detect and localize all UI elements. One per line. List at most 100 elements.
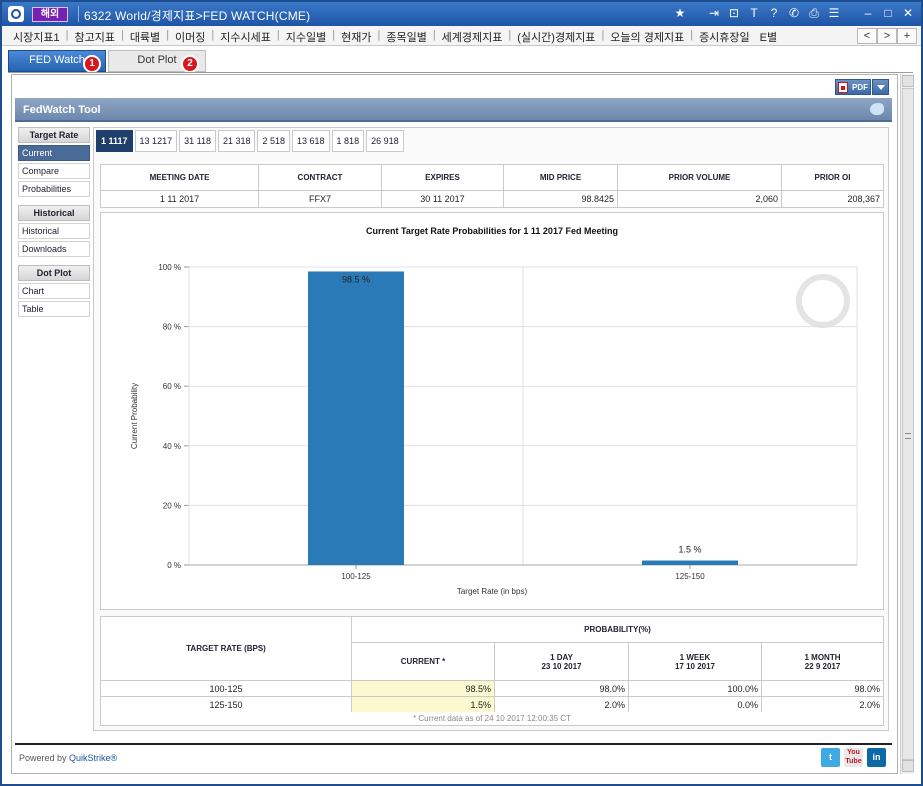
y-axis-label: Current Probability	[130, 383, 139, 449]
probability-cell: 1.5%	[351, 696, 495, 713]
print-icon[interactable]: ⎙	[807, 6, 821, 20]
menu-item[interactable]: 세계경제지표	[437, 29, 508, 45]
probability-cell: 2.0%	[494, 696, 629, 713]
chart-container: Current Target Rate Probabilities for 1 …	[100, 212, 884, 610]
table-cell: 2,060	[617, 190, 782, 208]
bar-value-label: 1.5 %	[678, 545, 701, 555]
column-header: 1 DAY 23 10 2017	[494, 642, 629, 681]
menu-bar: 시장지표1 | 참고지표 | 대륙별 | 이머징 | 지수시세표 | 지수일별 | 현재가 |…	[2, 26, 921, 46]
help-icon[interactable]: ?	[767, 6, 781, 20]
menu-item[interactable]: 대륙별	[125, 29, 165, 45]
table-cell: 98.8425	[503, 190, 618, 208]
list-icon[interactable]: ☰	[827, 6, 841, 20]
probability-cell: 98.0%	[494, 680, 629, 697]
probability-table: TARGET RATE (BPS) PROBABILITY(%) CURRENT…	[100, 615, 884, 713]
main-panel: 1 1117 13 1217 31 118 21 318 2 518 13 61…	[93, 127, 889, 731]
nav-heading: Historical	[18, 205, 90, 221]
linkedin-icon[interactable]: in	[867, 748, 886, 767]
app-window: 해외 6322 World/경제지표>FED WATCH(CME) ★ ⇥ ⊡ …	[0, 0, 923, 786]
nav-item-compare[interactable]: Compare	[18, 163, 90, 179]
chart-title: Current Target Rate Probabilities for 1 …	[366, 226, 618, 236]
menu-item[interactable]: 오늘의 경제지표	[605, 29, 689, 45]
twitter-icon[interactable]	[870, 103, 884, 115]
menu-item[interactable]: 지수시세표	[215, 29, 276, 45]
export-icon[interactable]: ⇥	[707, 6, 721, 20]
date-tab[interactable]: 2 518	[257, 130, 291, 152]
menu-add-button[interactable]: +	[897, 28, 917, 44]
left-nav: Target Rate Current Compare Probabilitie…	[18, 127, 90, 325]
scroll-up-button[interactable]	[902, 75, 914, 87]
date-tab[interactable]: 31 118	[179, 130, 216, 152]
column-header: CONTRACT	[258, 164, 382, 191]
menu-scroll-controls: < > +	[857, 28, 917, 44]
menu-item[interactable]: 증시휴장일	[694, 29, 755, 45]
pdf-button[interactable]: PDF	[835, 79, 871, 95]
nav-item-historical[interactable]: Historical	[18, 223, 90, 239]
menu-item[interactable]: E별	[755, 29, 782, 45]
star-icon[interactable]: ★	[673, 6, 687, 20]
menu-items: 시장지표1 | 참고지표 | 대륙별 | 이머징 | 지수시세표 | 지수일별 | 현재가 |…	[8, 29, 782, 45]
nav-item-table[interactable]: Table	[18, 301, 90, 317]
fedwatch-header: FedWatch Tool	[15, 98, 892, 122]
tab-label: Dot Plot	[137, 54, 177, 66]
y-tick-label: 20 %	[163, 501, 181, 510]
menu-item[interactable]: 현재가	[336, 29, 376, 45]
vertical-scrollbar[interactable]	[900, 74, 914, 774]
phone-icon[interactable]: ✆	[787, 6, 801, 20]
date-tab[interactable]: 1 818	[331, 130, 365, 152]
lock-icon[interactable]: ⊡	[727, 6, 741, 20]
column-header-line: CURRENT *	[400, 657, 446, 667]
nav-item-downloads[interactable]: Downloads	[18, 241, 90, 257]
tab-dot-plot[interactable]: Dot Plot 2	[108, 50, 206, 73]
meeting-date-tabs: 1 1117 13 1217 31 118 21 318 2 518 13 61…	[96, 130, 404, 152]
column-header-line: 1 WEEK	[679, 652, 711, 662]
menu-item[interactable]: (실시간)경제지표	[512, 29, 600, 45]
table-row: 1 11 2017 FFX7 30 11 2017 98.8425 2,060 …	[100, 190, 884, 208]
nav-heading: Dot Plot	[18, 265, 90, 281]
date-tab[interactable]: 26 918	[366, 130, 404, 152]
column-header: 1 WEEK 17 10 2017	[628, 642, 762, 681]
maximize-icon[interactable]: □	[881, 6, 895, 20]
target-rate-cell: 125-150	[100, 696, 352, 713]
bar	[308, 271, 404, 565]
nav-item-chart[interactable]: Chart	[18, 283, 90, 299]
close-icon[interactable]: ✕	[901, 6, 915, 20]
text-icon[interactable]: T	[747, 6, 761, 20]
menu-next-button[interactable]: >	[877, 28, 897, 44]
table-header-row: TARGET RATE (BPS) PROBABILITY(%)	[100, 615, 884, 681]
twitter-icon[interactable]: t	[821, 748, 840, 767]
menu-item[interactable]: 지수일별	[281, 29, 331, 45]
nav-group-target-rate: Target Rate Current Compare Probabilitie…	[18, 127, 90, 197]
probability-cell: 2.0%	[761, 696, 884, 713]
window-title: 6322 World/경제지표>FED WATCH(CME)	[84, 9, 311, 23]
nav-item-current[interactable]: Current	[18, 145, 90, 161]
step-badge: 2	[181, 55, 199, 73]
pdf-dropdown-button[interactable]	[872, 79, 889, 95]
scroll-thumb[interactable]	[902, 88, 914, 760]
tab-fed-watch[interactable]: FED Watch 1	[8, 50, 106, 73]
tab-divider	[8, 72, 913, 73]
pdf-icon	[838, 82, 848, 93]
quikstrike-link[interactable]: QuikStrike®	[69, 753, 117, 763]
table-cell: 30 11 2017	[381, 190, 504, 208]
app-logo-icon[interactable]	[8, 6, 24, 22]
menu-item[interactable]: 시장지표1	[8, 29, 65, 45]
table-row: 100-125 98.5% 98.0% 100.0% 98.0%	[100, 680, 884, 697]
youtube-icon[interactable]: You Tube	[844, 748, 863, 767]
title-bar: 해외 6322 World/경제지표>FED WATCH(CME) ★ ⇥ ⊡ …	[2, 2, 921, 26]
date-tab[interactable]: 13 1217	[134, 130, 178, 152]
column-header: EXPIRES	[381, 164, 504, 191]
scroll-down-button[interactable]	[902, 760, 914, 772]
menu-item[interactable]: 참고지표	[69, 29, 119, 45]
menu-item[interactable]: 종목일별	[381, 29, 431, 45]
column-header: TARGET RATE (BPS)	[100, 616, 352, 681]
date-tab[interactable]: 21 318	[217, 130, 256, 152]
date-tab[interactable]: 1 1117	[96, 130, 133, 152]
social-links: t You Tube in	[821, 748, 886, 767]
date-tab[interactable]: 13 618	[292, 130, 330, 152]
menu-prev-button[interactable]: <	[857, 28, 877, 44]
menu-item[interactable]: 이머징	[170, 29, 210, 45]
nav-item-probabilities[interactable]: Probabilities	[18, 181, 90, 197]
overseas-badge[interactable]: 해외	[32, 7, 68, 22]
minimize-icon[interactable]: –	[861, 6, 875, 20]
